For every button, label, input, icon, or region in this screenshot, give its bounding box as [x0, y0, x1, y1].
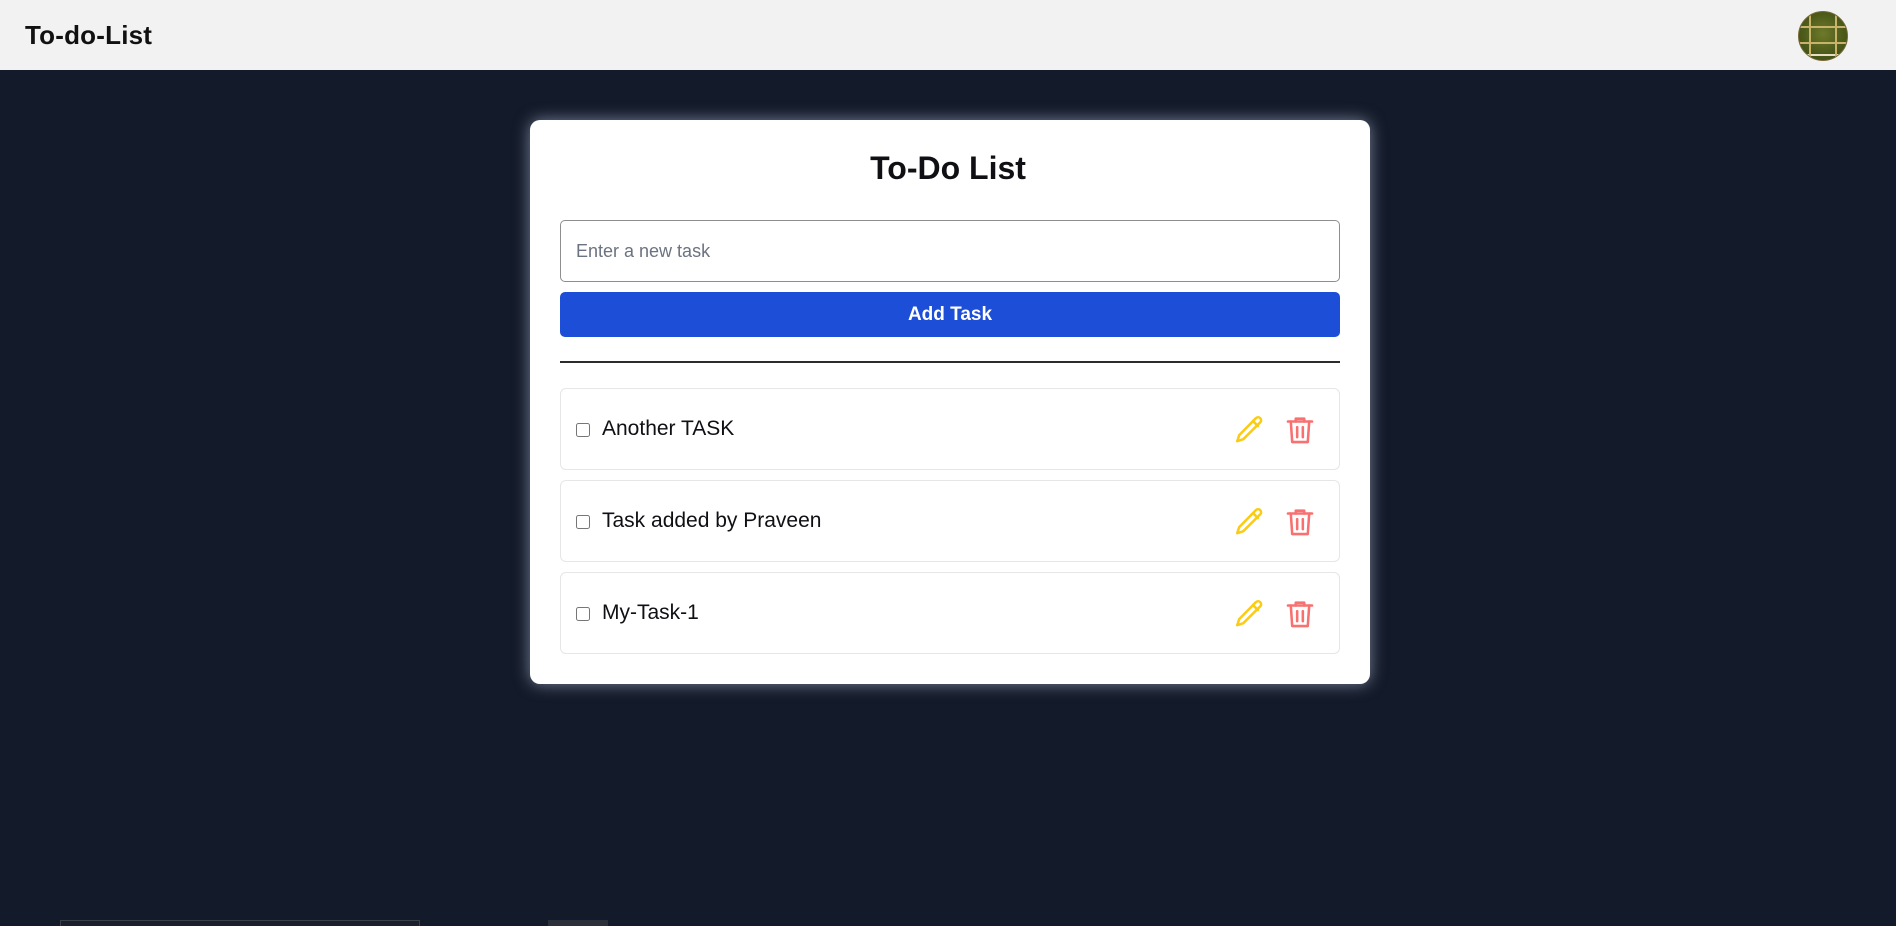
- pencil-icon[interactable]: [1232, 413, 1266, 447]
- task-checkbox[interactable]: [576, 607, 590, 621]
- task-item: Task added by Praveen: [560, 480, 1340, 562]
- task-checkbox[interactable]: [576, 423, 590, 437]
- trash-icon[interactable]: [1283, 597, 1317, 631]
- navbar: To-do-List: [0, 0, 1896, 70]
- pencil-icon[interactable]: [1232, 597, 1266, 631]
- page-title: To-Do List: [870, 150, 1026, 186]
- task-item: Another TASK: [560, 388, 1340, 470]
- trash-icon[interactable]: [1283, 505, 1317, 539]
- task-label: Another TASK: [602, 417, 735, 440]
- trash-icon[interactable]: [1283, 413, 1317, 447]
- task-item: My-Task-1: [560, 572, 1340, 654]
- bottom-scroll-strip: [548, 920, 608, 926]
- avatar[interactable]: [1798, 11, 1848, 61]
- pencil-icon[interactable]: [1232, 505, 1266, 539]
- task-checkbox[interactable]: [576, 515, 590, 529]
- task-label: Task added by Praveen: [602, 509, 822, 532]
- add-task-button[interactable]: Add Task: [560, 292, 1340, 337]
- bottom-scroll-strip: [60, 920, 420, 926]
- divider: [560, 361, 1340, 363]
- new-task-input[interactable]: [560, 220, 1340, 282]
- brand-title[interactable]: To-do-List: [25, 20, 152, 51]
- task-label: My-Task-1: [602, 601, 699, 624]
